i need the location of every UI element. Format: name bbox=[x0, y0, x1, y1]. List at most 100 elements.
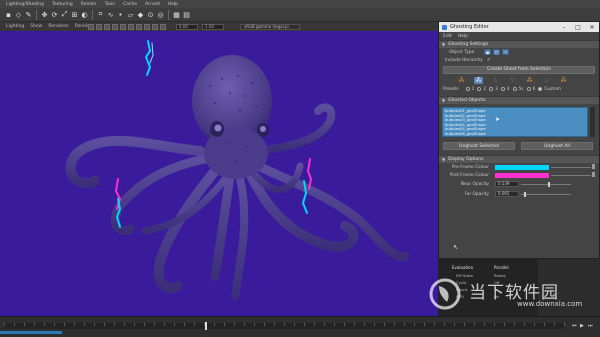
menu-item[interactable]: Texturing bbox=[52, 2, 73, 7]
preset-custom-icon[interactable]: ⁂ bbox=[559, 77, 568, 84]
snap-view-icon[interactable]: ◎ bbox=[156, 10, 165, 19]
snap-curve-icon[interactable]: ∿ bbox=[106, 10, 115, 19]
shadows-icon[interactable] bbox=[128, 23, 134, 30]
post-frame-slider-track[interactable] bbox=[551, 175, 591, 176]
viewport-3d[interactable] bbox=[0, 31, 438, 316]
paint-tool-icon[interactable]: ✎ bbox=[24, 10, 33, 19]
grid-icon[interactable] bbox=[152, 23, 158, 30]
snap-grid-icon[interactable]: ⌗ bbox=[96, 10, 105, 19]
textured-icon[interactable] bbox=[112, 23, 118, 30]
menu-item[interactable]: Render bbox=[81, 2, 97, 7]
create-ghost-button[interactable]: Create Ghost from Selection bbox=[443, 65, 595, 74]
panel-menu-show[interactable]: Show bbox=[30, 24, 42, 29]
section-ghosted-objects[interactable]: ▼ Ghosted Objects bbox=[439, 96, 599, 104]
menu-item[interactable]: Arnold bbox=[145, 2, 160, 7]
post-frame-slider-knob[interactable] bbox=[592, 172, 595, 177]
object-type-points-icon[interactable]: ⁘ bbox=[502, 49, 510, 55]
near-clip-field[interactable]: 0.00 bbox=[176, 23, 198, 30]
menu-item[interactable]: Lighting/Shading bbox=[6, 2, 44, 7]
object-type-bbox-icon[interactable]: ▢ bbox=[493, 49, 501, 55]
color-space-field[interactable]: sRGB gamma (legacy) bbox=[240, 23, 300, 30]
menu-item[interactable]: Toon bbox=[105, 2, 115, 7]
smooth-shade-icon[interactable] bbox=[104, 23, 110, 30]
far-opacity-slider-track[interactable] bbox=[521, 194, 571, 195]
timeline-tick bbox=[504, 323, 505, 326]
preset-4-icon[interactable]: ∵ bbox=[508, 77, 517, 84]
preset-3-icon[interactable]: ∴ bbox=[491, 77, 500, 84]
universal-tool-icon[interactable]: ⊞ bbox=[70, 10, 79, 19]
timeline-tick bbox=[344, 323, 345, 326]
step-forward-icon[interactable]: ⏭ bbox=[588, 323, 593, 329]
timeline-tick bbox=[134, 323, 135, 326]
preset-radio[interactable] bbox=[465, 87, 470, 91]
wireframe-icon[interactable] bbox=[96, 23, 102, 30]
checkbox-checked-icon[interactable]: ✓ bbox=[487, 57, 491, 63]
minimize-icon[interactable]: – bbox=[557, 22, 571, 32]
preset-radio[interactable] bbox=[489, 87, 494, 91]
hud-icon[interactable] bbox=[160, 23, 166, 30]
preset-5-icon[interactable]: ⁂ bbox=[525, 77, 534, 84]
object-type-mesh-icon[interactable]: ◉ bbox=[484, 49, 492, 55]
construction-history-icon[interactable]: ▤ bbox=[182, 10, 191, 19]
scale-tool-icon[interactable]: ⤢ bbox=[60, 10, 69, 19]
post-frame-colour-swatch[interactable] bbox=[495, 172, 549, 178]
timeline-track[interactable] bbox=[4, 323, 565, 329]
list-scrollbar[interactable] bbox=[590, 107, 595, 137]
snap-plane-icon[interactable]: ▱ bbox=[126, 10, 135, 19]
far-opacity-field[interactable]: 0.065 bbox=[495, 191, 519, 197]
near-opacity-slider-knob[interactable] bbox=[548, 182, 550, 187]
unghost-all-button[interactable]: Unghost All bbox=[521, 142, 593, 150]
list-item[interactable]: bubbles06_geoShape bbox=[445, 131, 585, 137]
menu-item[interactable]: Help bbox=[168, 2, 178, 7]
history-icon[interactable]: ▦ bbox=[172, 10, 181, 19]
preset-6-icon[interactable]: ∴ bbox=[542, 77, 551, 84]
camera-icon[interactable] bbox=[88, 23, 94, 30]
isolate-icon[interactable] bbox=[144, 23, 150, 30]
preset-radio[interactable] bbox=[512, 87, 517, 91]
panel-menu-renderer[interactable]: Renderer bbox=[48, 24, 69, 29]
play-icon[interactable]: ▶ bbox=[580, 323, 584, 329]
soft-select-icon[interactable]: ◐ bbox=[80, 10, 89, 19]
unghost-selected-button[interactable]: Unghost Selected bbox=[443, 142, 515, 150]
near-opacity-slider-track[interactable] bbox=[521, 184, 571, 185]
section-ghosting-settings[interactable]: ▼ Ghosting Settings bbox=[439, 40, 599, 48]
section-title: Display Options bbox=[448, 157, 484, 162]
snap-point-icon[interactable]: • bbox=[116, 10, 125, 19]
section-display-options[interactable]: ▼ Display Options bbox=[439, 155, 599, 163]
timeline-tick bbox=[424, 323, 425, 326]
preset-radio-selected[interactable] bbox=[538, 87, 543, 91]
move-tool-icon[interactable]: ✥ bbox=[40, 10, 49, 19]
xray-icon[interactable] bbox=[136, 23, 142, 30]
pre-frame-colour-swatch[interactable] bbox=[495, 164, 549, 170]
presets-label: Presets bbox=[443, 86, 459, 92]
preset-radio[interactable] bbox=[526, 87, 531, 91]
pre-frame-slider-knob[interactable] bbox=[592, 164, 595, 169]
pre-frame-slider-track[interactable] bbox=[551, 167, 591, 168]
panel-menu-lighting[interactable]: Lighting bbox=[6, 24, 24, 29]
timeline-tick bbox=[384, 323, 385, 326]
lasso-tool-icon[interactable]: ◇ bbox=[14, 10, 23, 19]
preset-radio[interactable] bbox=[477, 87, 482, 91]
current-frame-marker[interactable] bbox=[205, 322, 207, 330]
far-opacity-slider-knob[interactable] bbox=[524, 192, 526, 197]
menu-item[interactable]: Cache bbox=[123, 2, 137, 7]
maximize-icon[interactable]: □ bbox=[571, 22, 585, 32]
preset-2-icon[interactable]: ⁂ bbox=[474, 76, 483, 84]
time-slider[interactable]: ⏮ ▶ ⏭ bbox=[0, 316, 600, 337]
ghosted-objects-list[interactable]: bubbles01_geoShape bubbles02_geoShape bu… bbox=[442, 107, 588, 137]
lights-icon[interactable] bbox=[120, 23, 126, 30]
select-tool-icon[interactable]: ▪ bbox=[4, 10, 13, 19]
close-icon[interactable]: ✕ bbox=[585, 22, 599, 32]
window-title-bar[interactable]: Ghosting Editor – □ ✕ bbox=[439, 22, 599, 32]
far-clip-field[interactable]: 1.00 bbox=[202, 23, 224, 30]
preset-1-icon[interactable]: ⁂ bbox=[457, 77, 466, 84]
snap-surface-icon[interactable]: ◆ bbox=[136, 10, 145, 19]
editor-menu-edit[interactable]: Edit bbox=[443, 34, 452, 39]
step-back-icon[interactable]: ⏮ bbox=[572, 323, 577, 329]
snap-live-icon[interactable]: ⊙ bbox=[146, 10, 155, 19]
near-opacity-field[interactable]: 0.539 bbox=[495, 181, 519, 187]
section-title: Ghosting Settings bbox=[448, 42, 489, 47]
preset-radio[interactable] bbox=[500, 87, 505, 91]
rotate-tool-icon[interactable]: ⟳ bbox=[50, 10, 59, 19]
editor-menu-help[interactable]: Help bbox=[458, 34, 468, 39]
